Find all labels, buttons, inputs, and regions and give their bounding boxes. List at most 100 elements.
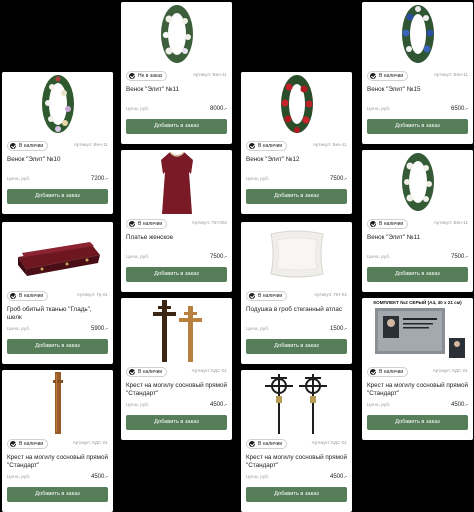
product-photo-wreath[interactable] — [2, 72, 113, 136]
product-card[interactable]: В наличии Артикул: Вен-11 Венок "Элит" №1… — [362, 150, 473, 292]
product-photo-wreath[interactable] — [362, 150, 473, 214]
product-photo-sign[interactable]: КОМПЛЕКТ №2 СЕРЫЙ (А4, 30 х 21 см) — [362, 298, 473, 362]
add-to-order-button[interactable]: Добавить в заказ — [246, 189, 347, 204]
product-title[interactable]: Крест на могилу сосновый прямой "Стандар… — [7, 454, 108, 469]
price: 1500.- — [329, 326, 347, 332]
add-to-order-button[interactable]: Добавить в заказ — [367, 415, 468, 430]
article-number: Артикул: Вен-11 — [73, 142, 108, 147]
product-photo-crosses[interactable] — [121, 298, 232, 362]
product-title[interactable]: Крест на могилу сосновый прямой "Стандар… — [367, 382, 468, 397]
check-icon — [370, 73, 376, 79]
product-title[interactable]: Венок "Элит" №11 — [126, 86, 227, 94]
product-photo-dress[interactable] — [121, 150, 232, 214]
memorial-sign-image — [367, 298, 468, 362]
check-icon — [10, 293, 16, 299]
price-label: Цена, руб. — [367, 107, 391, 112]
article-number: Артикул: ПН-01 — [314, 292, 347, 297]
product-card[interactable]: В наличии Артикул: Гр-01 Гроб обитый ткан… — [2, 222, 113, 364]
product-card[interactable]: В наличии Артикул: ПЛ-002 Платье женское … — [121, 150, 232, 292]
price: 7500.- — [329, 176, 347, 182]
check-icon — [129, 369, 135, 375]
status-badge: В наличии — [7, 439, 49, 449]
status-badge: В наличии — [246, 291, 288, 301]
pillow-image — [269, 230, 324, 278]
product-photo-cross[interactable] — [2, 370, 113, 434]
product-title[interactable]: Венок "Элит" №10 — [7, 156, 108, 164]
article-number: Артикул: КДС-01 — [311, 440, 347, 445]
product-photo-wreath[interactable] — [241, 72, 352, 136]
product-card[interactable]: В наличии Артикул: Вен-11 Венок "Элит" №1… — [2, 72, 113, 214]
price: 4500.- — [450, 402, 468, 408]
add-to-order-button[interactable]: Добавить в заказ — [7, 189, 108, 204]
coffin-image — [17, 242, 100, 276]
add-to-order-button[interactable]: Добавить в заказ — [7, 487, 108, 502]
check-icon — [10, 441, 16, 447]
add-to-order-button[interactable]: Добавить в заказ — [7, 339, 108, 354]
product-card[interactable]: КОМПЛЕКТ №2 СЕРЫЙ (А4, 30 х 21 см) В нал… — [362, 298, 473, 440]
wreath-image — [280, 75, 313, 133]
product-photo-metal-crosses[interactable] — [241, 370, 352, 434]
add-to-order-button[interactable]: Добавить в заказ — [367, 267, 468, 282]
add-to-order-button[interactable]: Добавить в заказ — [367, 119, 468, 134]
product-title[interactable]: Крест на могилу сосновый прямой "Стандар… — [246, 454, 347, 469]
product-photo-wreath[interactable] — [121, 2, 232, 66]
status-badge: В наличии — [7, 291, 49, 301]
check-icon — [249, 293, 255, 299]
article-number: Артикул: Вен-11 — [433, 220, 468, 225]
price-label: Цена, руб. — [7, 327, 31, 332]
wreath-image — [41, 75, 74, 133]
product-title[interactable]: Крест на могилу сосновый прямой "Стандар… — [126, 382, 227, 397]
product-photo-wreath[interactable] — [362, 2, 473, 66]
check-icon — [129, 221, 135, 227]
product-card[interactable]: В наличии Артикул: ПН-01 Подушка в гроб с… — [241, 222, 352, 364]
add-to-order-button[interactable]: Добавить в заказ — [126, 119, 227, 134]
price-label: Цена, руб. — [246, 327, 270, 332]
price-label: Цена, руб. — [7, 177, 31, 182]
price-label: Цена, руб. — [246, 475, 270, 480]
price: 4500.- — [329, 474, 347, 480]
crosses-image — [152, 300, 202, 362]
metal-crosses-image — [264, 374, 327, 434]
price: 6500.- — [450, 106, 468, 112]
product-card[interactable]: В наличии Артикул: Вен-11 Венок "Элит" №1… — [241, 72, 352, 214]
product-card[interactable]: Не в заказ Артикул: Вен-11 Венок "Элит" №… — [121, 2, 232, 144]
product-title[interactable]: Венок "Элит" №12 — [246, 156, 347, 164]
product-card[interactable]: В наличии Артикул: Вен-11 Венок "Элит" №1… — [362, 2, 473, 144]
product-photo-coffin[interactable] — [2, 222, 113, 286]
product-title[interactable]: Платье женское — [126, 234, 227, 242]
check-icon — [249, 441, 255, 447]
sign-caption: КОМПЛЕКТ №2 СЕРЫЙ (А4, 30 х 21 см) — [373, 300, 462, 305]
product-title[interactable]: Венок "Элит" №11 — [367, 234, 468, 242]
product-card[interactable]: В наличии Артикул: КДС-01 Крест на могилу… — [121, 298, 232, 440]
product-photo-pillow[interactable] — [241, 222, 352, 286]
product-card[interactable]: В наличии Артикул: КДС-01 Крест на могилу… — [2, 370, 113, 512]
wreath-image — [160, 5, 193, 63]
status-badge: В наличии — [367, 71, 409, 81]
status-badge: В наличии — [367, 219, 409, 229]
status-badge: В наличии — [126, 367, 168, 377]
article-number: Артикул: КДС-01 — [432, 368, 468, 373]
add-to-order-button[interactable]: Добавить в заказ — [246, 339, 347, 354]
status-badge: В наличии — [126, 219, 168, 229]
article-number: Артикул: КДС-01 — [72, 440, 108, 445]
add-to-order-button[interactable]: Добавить в заказ — [126, 415, 227, 430]
status-badge: В наличии — [246, 439, 288, 449]
product-title[interactable]: Венок "Элит" №15 — [367, 86, 468, 94]
price-label: Цена, руб. — [126, 403, 150, 408]
check-icon — [129, 73, 135, 79]
product-card[interactable]: В наличии Артикул: КДС-01 Крест на могилу… — [241, 370, 352, 512]
price: 7500.- — [450, 254, 468, 260]
product-title[interactable]: Гроб обитый тканью "Гладь", шелк — [7, 306, 108, 321]
status-badge: В наличии — [7, 141, 49, 151]
product-title[interactable]: Подушка в гроб стеганный атлас — [246, 306, 347, 314]
price: 8000.- — [209, 106, 227, 112]
price-label: Цена, руб. — [126, 255, 150, 260]
add-to-order-button[interactable]: Добавить в заказ — [246, 487, 347, 502]
article-number: Артикул: Вен-11 — [312, 142, 347, 147]
price: 7200.- — [90, 176, 108, 182]
wreath-image — [401, 5, 434, 63]
price: 5900.- — [90, 326, 108, 332]
add-to-order-button[interactable]: Добавить в заказ — [126, 267, 227, 282]
price-label: Цена, руб. — [7, 475, 31, 480]
cross-image — [52, 372, 63, 434]
